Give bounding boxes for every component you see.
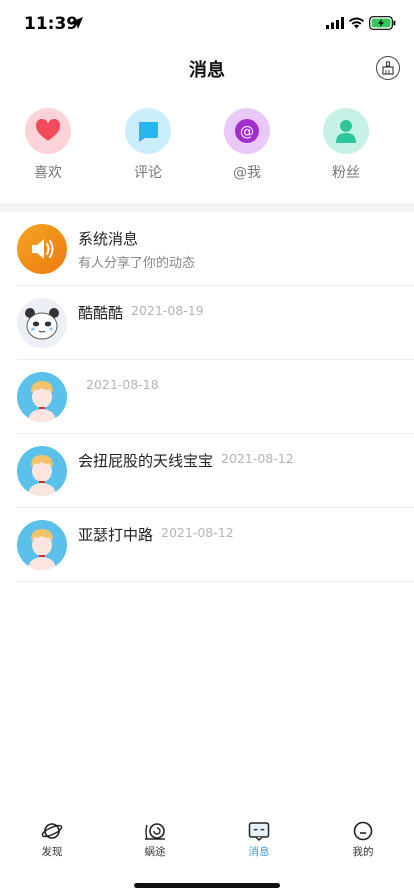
tab-label: 消息 [248,846,270,858]
page-title: 消息 [189,60,225,81]
message-sender: 会扭屁股的天线宝宝 [78,452,214,470]
header: 消息 [0,48,414,88]
message-icon [248,822,270,842]
bottom-tab-bar: 发现 蜗途 消息 我的 [0,808,414,868]
planet-icon [41,823,63,839]
tab-profile[interactable]: 我的 [323,820,403,859]
user-avatar [17,446,67,496]
message-sender: 系统消息 [78,230,139,248]
svg-text:@: @ [240,124,254,140]
message-date: 2021-08-18 [86,377,159,392]
message-date: 2021-08-12 [161,525,234,540]
signal-icon [326,17,344,29]
category-label: 评论 [134,165,162,181]
message-date: 2021-08-12 [221,451,294,466]
category-comments[interactable]: 评论 [118,108,178,182]
list-item-system[interactable]: 系统消息 有人分享了你的动态 [0,212,414,286]
location-arrow-icon [71,17,83,29]
battery-icon [369,16,396,30]
tab-messages[interactable]: 消息 [219,820,299,859]
user-avatar [17,372,67,422]
list-item[interactable]: 会扭屁股的天线宝宝 2021-08-12 [0,434,414,508]
home-indicator[interactable] [134,883,280,888]
speaker-icon [32,239,54,259]
comment-icon [138,122,158,142]
tab-snail[interactable]: 蜗途 [115,820,195,859]
category-label: 喜欢 [34,165,62,181]
fans-badge [323,108,369,154]
list-item[interactable]: 酷酷酷 2021-08-19 [0,286,414,360]
mentions-badge: @ [224,108,270,154]
category-label: @我 [233,165,261,181]
message-sender: 亚瑟打中路 [78,526,154,544]
status-bar: 11:39 [0,0,414,48]
comments-badge [125,108,171,154]
wifi-icon [349,17,364,29]
user-avatar [17,520,67,570]
message-categories: 喜欢 评论 @ @我 粉丝 [0,108,414,188]
row-divider [17,581,414,582]
list-item[interactable]: 亚瑟打中路 2021-08-12 [0,508,414,582]
panda-icon [25,308,59,340]
category-label: 粉丝 [332,165,360,181]
tab-label: 蜗途 [144,846,166,858]
profile-icon [353,821,373,841]
section-divider [0,203,414,212]
speaker-avatar [17,224,67,274]
user-avatar-icon [28,529,56,570]
broom-icon [382,61,394,75]
snail-icon [145,823,165,840]
message-sender: 酷酷酷 [78,304,124,322]
category-fans[interactable]: 粉丝 [316,108,376,182]
at-icon: @ [235,119,259,143]
tab-discover[interactable]: 发现 [12,820,92,859]
list-item[interactable]: 2021-08-18 [0,360,414,434]
message-date: 2021-08-19 [131,303,204,318]
tab-label: 发现 [41,846,63,858]
heart-icon [35,119,61,141]
message-preview: 有人分享了你的动态 [78,256,196,271]
clear-messages-button[interactable] [376,56,400,80]
tab-label: 我的 [352,846,374,858]
category-mentions[interactable]: @ @我 [217,108,277,182]
likes-badge [25,108,71,154]
panda-avatar [17,298,67,348]
user-avatar-icon [28,455,56,496]
category-likes[interactable]: 喜欢 [18,108,78,182]
fan-icon [336,120,356,143]
user-avatar-icon [28,381,56,422]
message-list: 系统消息 有人分享了你的动态 酷酷酷 2021-08-19 2021-08-18… [0,212,414,582]
